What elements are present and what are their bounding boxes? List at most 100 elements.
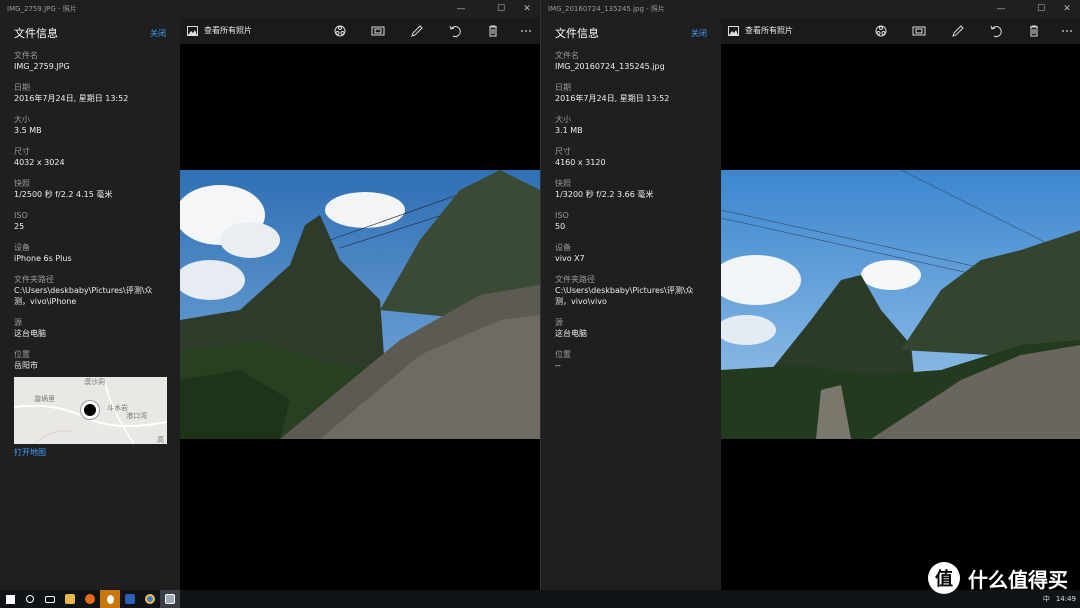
field-label: 尺寸 xyxy=(14,147,30,156)
field-value: 3.1 MB xyxy=(555,126,583,135)
field-value: 25 xyxy=(14,222,25,231)
field-label: 大小 xyxy=(555,115,571,124)
field-source: 源 这台电脑 xyxy=(14,317,166,339)
field-dimensions: 尺寸 4160 x 3120 xyxy=(555,146,707,168)
map-label: 高 xyxy=(157,436,164,444)
field-exposure: 快照 1/2500 秒 f/2.2 4.15 毫米 xyxy=(14,178,166,200)
field-label: 尺寸 xyxy=(555,147,571,156)
field-label: 文件名 xyxy=(14,51,38,60)
field-value: IMG_20160724_135245.jpg xyxy=(555,62,665,71)
photo-viewer-image[interactable] xyxy=(721,170,1080,439)
photos-icon[interactable] xyxy=(160,590,180,608)
slideshow-icon[interactable] xyxy=(370,23,386,39)
field-folder-path: 文件夹路径 C:\Users\deskbaby\Pictures\评测\众测，v… xyxy=(555,274,707,307)
watermark: 值 什么值得买 xyxy=(928,562,1068,594)
rotate-icon[interactable] xyxy=(447,23,463,39)
map-label: 斗水岩 xyxy=(107,404,128,412)
photo-toolbar: 查看所有照片 xyxy=(180,18,540,44)
start-icon[interactable] xyxy=(0,590,20,608)
close-panel-link[interactable]: 关闭 xyxy=(150,22,166,46)
field-date: 日期 2016年7月24日, 星期日 13:52 xyxy=(14,82,166,104)
field-device: 设备 vivo X7 xyxy=(555,242,707,264)
maximize-button[interactable]: ☐ xyxy=(488,0,514,18)
photo-toolbar: 查看所有照片 xyxy=(721,18,1080,44)
field-value: -- xyxy=(555,361,561,370)
field-value: 1/2500 秒 f/2.2 4.15 毫米 xyxy=(14,190,113,199)
field-value: 4032 x 3024 xyxy=(14,158,65,167)
rotate-icon[interactable] xyxy=(988,23,1004,39)
field-value: iPhone 6s Plus xyxy=(14,254,72,263)
field-value: 这台电脑 xyxy=(555,329,587,338)
more-icon[interactable] xyxy=(518,23,534,39)
file-info-panel: 文件信息 关闭 文件名 IMG_20160724_135245.jpg 日期 2… xyxy=(541,18,721,590)
enhance-icon[interactable] xyxy=(873,23,889,39)
field-label: 位置 xyxy=(555,350,571,359)
explorer-icon[interactable] xyxy=(60,590,80,608)
gallery-icon xyxy=(187,25,198,36)
map-label: 漩埚里 xyxy=(34,395,55,403)
field-source: 源 这台电脑 xyxy=(555,317,707,339)
field-device: 设备 iPhone 6s Plus xyxy=(14,242,166,264)
field-value: vivo X7 xyxy=(555,254,585,263)
location-map[interactable]: 漠沙洞 漩埚里 斗水岩 港口湾 高 xyxy=(14,377,167,444)
search-icon[interactable] xyxy=(20,590,40,608)
taskview-icon[interactable] xyxy=(40,590,60,608)
edit-icon[interactable] xyxy=(950,23,966,39)
gallery-icon xyxy=(728,25,739,36)
title-bar[interactable]: IMG_20160724_135245.jpg - 照片 — ☐ ✕ xyxy=(541,0,1080,18)
open-map-link[interactable]: 打开地图 xyxy=(14,447,166,458)
field-label: 日期 xyxy=(14,83,30,92)
field-label: 快照 xyxy=(14,179,30,188)
field-value: 50 xyxy=(555,222,566,231)
photo-viewer-image[interactable] xyxy=(180,170,540,439)
chrome-icon[interactable] xyxy=(140,590,160,608)
close-panel-link[interactable]: 关闭 xyxy=(691,22,707,46)
field-value: 岳阳市 xyxy=(14,361,38,370)
maximize-button[interactable]: ☐ xyxy=(1028,0,1054,18)
map-label: 漠沙洞 xyxy=(84,378,105,386)
window-title: IMG_20160724_135245.jpg - 照片 xyxy=(548,5,665,13)
qq-icon[interactable] xyxy=(100,590,120,608)
field-label: 设备 xyxy=(555,243,571,252)
field-filename: 文件名 IMG_20160724_135245.jpg xyxy=(555,50,707,72)
edit-icon[interactable] xyxy=(409,23,425,39)
title-bar[interactable]: IMG_2759.JPG - 照片 — ☐ ✕ xyxy=(0,0,540,18)
field-iso: ISO 25 xyxy=(14,210,166,232)
slideshow-icon[interactable] xyxy=(911,23,927,39)
field-label: 日期 xyxy=(555,83,571,92)
enhance-icon[interactable] xyxy=(332,23,348,39)
close-window-button[interactable]: ✕ xyxy=(514,0,540,18)
field-dimensions: 尺寸 4032 x 3024 xyxy=(14,146,166,168)
view-all-label: 查看所有照片 xyxy=(204,26,252,35)
field-label: 快照 xyxy=(555,179,571,188)
minimize-button[interactable]: — xyxy=(448,0,474,18)
word-icon[interactable] xyxy=(120,590,140,608)
minimize-button[interactable]: — xyxy=(988,0,1014,18)
browser-icon[interactable] xyxy=(80,590,100,608)
field-value: 2016年7月24日, 星期日 13:52 xyxy=(555,94,670,103)
watermark-logo: 值 xyxy=(928,562,960,594)
more-icon[interactable] xyxy=(1059,23,1075,39)
field-label: 文件名 xyxy=(555,51,579,60)
close-window-button[interactable]: ✕ xyxy=(1054,0,1080,18)
map-label: 港口湾 xyxy=(126,412,147,420)
delete-icon[interactable] xyxy=(1026,23,1042,39)
field-label: ISO xyxy=(14,211,28,220)
location-pin-icon xyxy=(81,401,99,419)
watermark-text: 什么值得买 xyxy=(968,567,1068,592)
view-all-label: 查看所有照片 xyxy=(745,26,793,35)
field-value: 1/3200 秒 f/2.2 3.66 毫米 xyxy=(555,190,654,199)
photos-window-left: IMG_2759.JPG - 照片 — ☐ ✕ 文件信息 关闭 文件名 IMG_… xyxy=(0,0,540,590)
clock[interactable]: 14:49 xyxy=(1056,595,1076,603)
view-all-photos-button[interactable]: 查看所有照片 xyxy=(728,25,793,36)
field-location: 位置 岳阳市 xyxy=(14,349,166,371)
ime-indicator[interactable]: 中 xyxy=(1043,594,1050,604)
field-label: 文件夹路径 xyxy=(555,275,595,284)
field-value: 这台电脑 xyxy=(14,329,46,338)
view-all-photos-button[interactable]: 查看所有照片 xyxy=(187,25,252,36)
field-label: 位置 xyxy=(14,350,30,359)
field-size: 大小 3.5 MB xyxy=(14,114,166,136)
field-label: 源 xyxy=(555,318,563,327)
panel-title: 文件信息 xyxy=(14,27,58,40)
delete-icon[interactable] xyxy=(485,23,501,39)
